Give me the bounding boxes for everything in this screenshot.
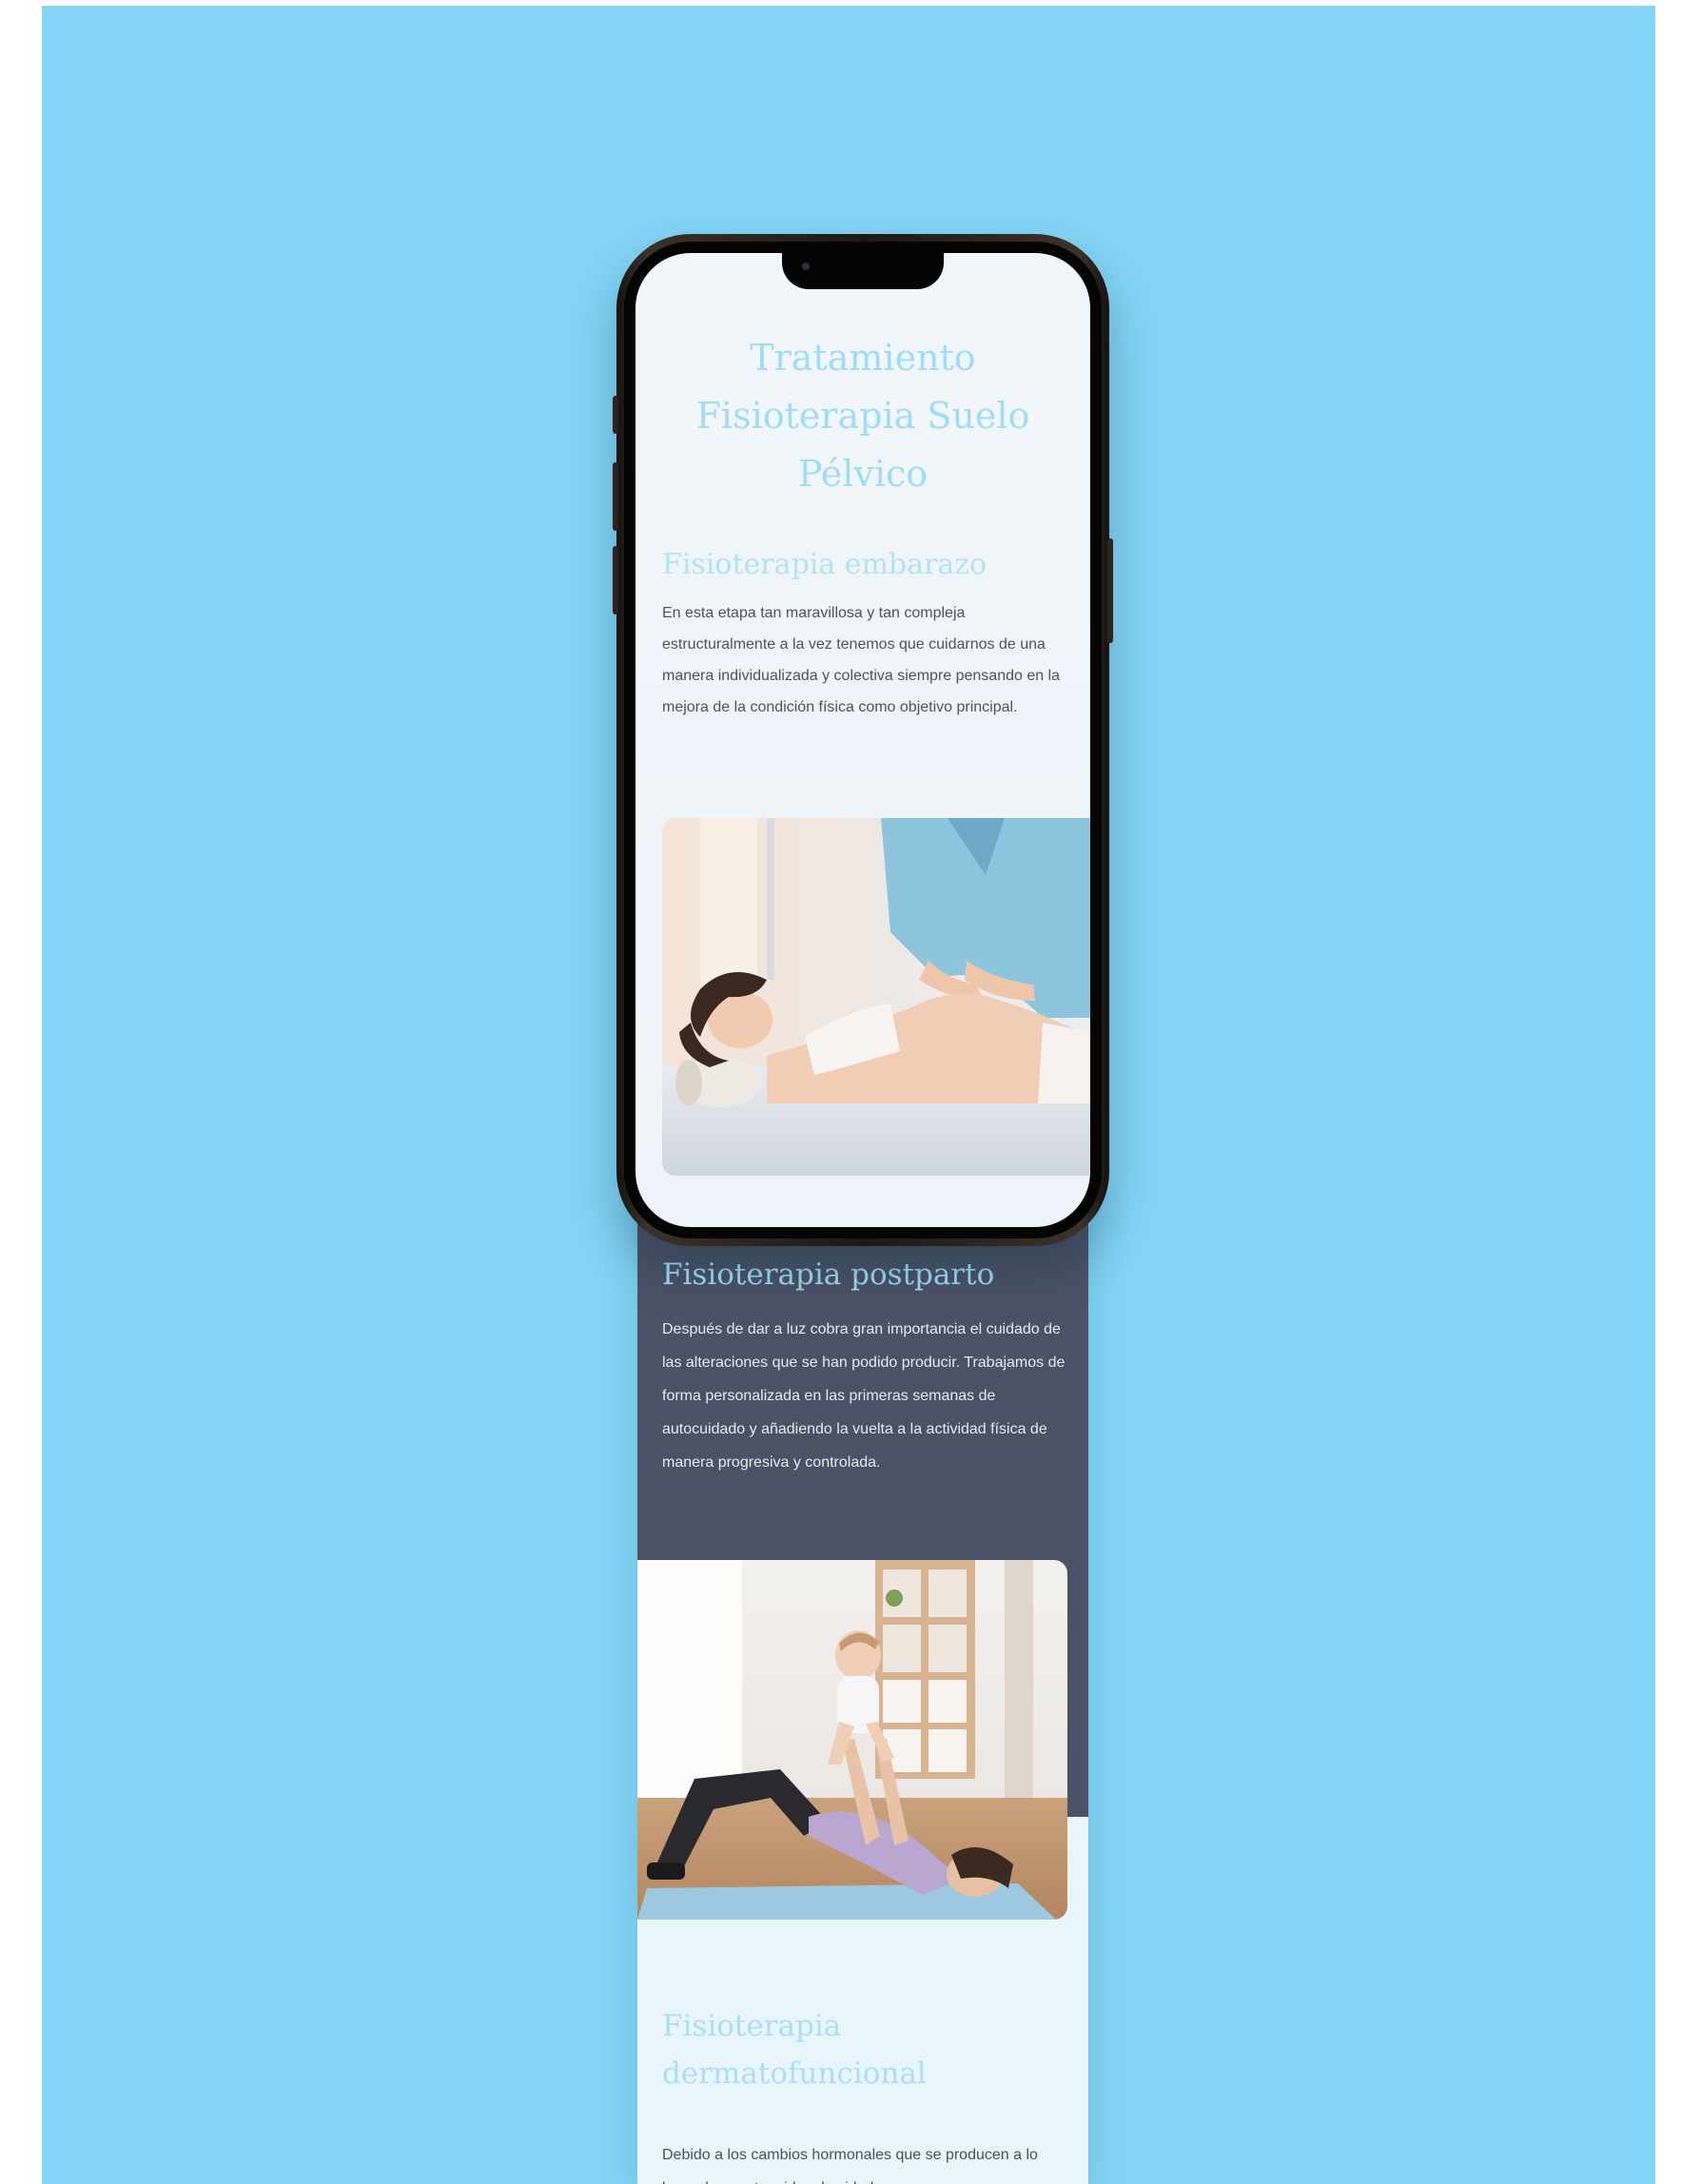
phone-mockup: Tratamiento Fisioterapia Suelo Pélvico F… (613, 234, 1113, 1246)
front-camera-icon (802, 263, 810, 270)
page-strip[interactable]: Fisioterapia postparto Después de dar a … (637, 1199, 1088, 2184)
embarazo-image (662, 818, 1090, 1176)
dermatofuncional-text: Debido a los cambios hormonales que se p… (662, 2147, 1038, 2184)
embarazo-text: En esta etapa tan maravillosa y tan comp… (662, 605, 1061, 715)
pregnant-massage-photo (662, 818, 1090, 1176)
phone-screen[interactable]: Tratamiento Fisioterapia Suelo Pélvico F… (635, 253, 1090, 1227)
phone-volume-up (613, 462, 618, 531)
postparto-text: Después de dar a luz cobra gran importan… (662, 1321, 1066, 1471)
phone-power-button (1107, 538, 1113, 643)
embarazo-heading: Fisioterapia embarazo (662, 548, 987, 581)
page-title: Tratamiento Fisioterapia Suelo Pélvico (695, 337, 1030, 495)
dermatofuncional-heading: Fisioterapia dermatofuncional (662, 2009, 927, 2091)
postparto-heading: Fisioterapia postparto (662, 1258, 995, 1292)
phone-silent-switch (613, 396, 618, 434)
postparto-image (637, 1560, 1067, 1920)
mother-baby-exercise-photo (637, 1560, 1067, 1920)
phone-notch (782, 253, 944, 289)
phone-volume-down (613, 546, 618, 614)
